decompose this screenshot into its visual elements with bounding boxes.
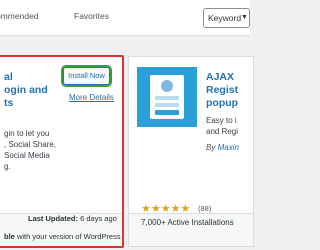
rating-count[interactable]: (88) — [198, 204, 211, 213]
tab-recommended[interactable]: ommended — [0, 11, 39, 21]
plugin-thumbnail[interactable] — [137, 67, 197, 127]
form-field-line — [155, 103, 179, 107]
author-link[interactable]: Maxin — [218, 143, 239, 152]
star-icon: ★ — [160, 203, 171, 215]
last-updated: Last Updated: 6 days ago — [28, 214, 117, 223]
author-prefix: By — [206, 143, 216, 152]
plugin-description: Easy to i and Regi — [206, 116, 239, 136]
plugin-description: gin to let you , Social Share, Social Me… — [4, 129, 57, 171]
plugin-filter-bar: ommended Favorites Keyword ▼ — [0, 0, 250, 36]
form-button-shape — [155, 110, 179, 115]
last-updated-label: Last Updated: — [28, 214, 79, 223]
star-rating: ★★★★★ — [141, 202, 190, 215]
star-icon: ★ — [180, 203, 191, 215]
registration-form-icon — [150, 75, 184, 119]
search-type-select[interactable]: Keyword ▼ — [203, 8, 250, 28]
form-field-line — [155, 96, 179, 100]
active-installations: 7,000+ Active Installations — [141, 218, 234, 227]
plugin-author: By Maxin — [206, 143, 239, 152]
more-details-link[interactable]: More Details — [69, 93, 114, 102]
compatibility-strong: ble — [4, 232, 15, 241]
plugin-title[interactable]: AJAX Regist popup — [206, 71, 266, 110]
star-icon: ★ — [170, 203, 181, 215]
search-type-value: Keyword — [208, 13, 242, 23]
compatibility-text: with your version of WordPress — [16, 232, 121, 241]
install-now-button[interactable]: Install Now — [63, 67, 110, 85]
tab-favorites[interactable]: Favorites — [74, 11, 109, 21]
plugin-title[interactable]: al ogin and ts — [4, 71, 68, 110]
last-updated-value: 6 days ago — [80, 214, 117, 223]
compatibility-note: ble with your version of WordPress — [4, 232, 121, 241]
star-icon: ★ — [141, 203, 151, 215]
user-avatar-icon — [161, 80, 173, 92]
chevron-down-icon: ▼ — [241, 14, 248, 21]
star-icon: ★ — [150, 203, 161, 215]
